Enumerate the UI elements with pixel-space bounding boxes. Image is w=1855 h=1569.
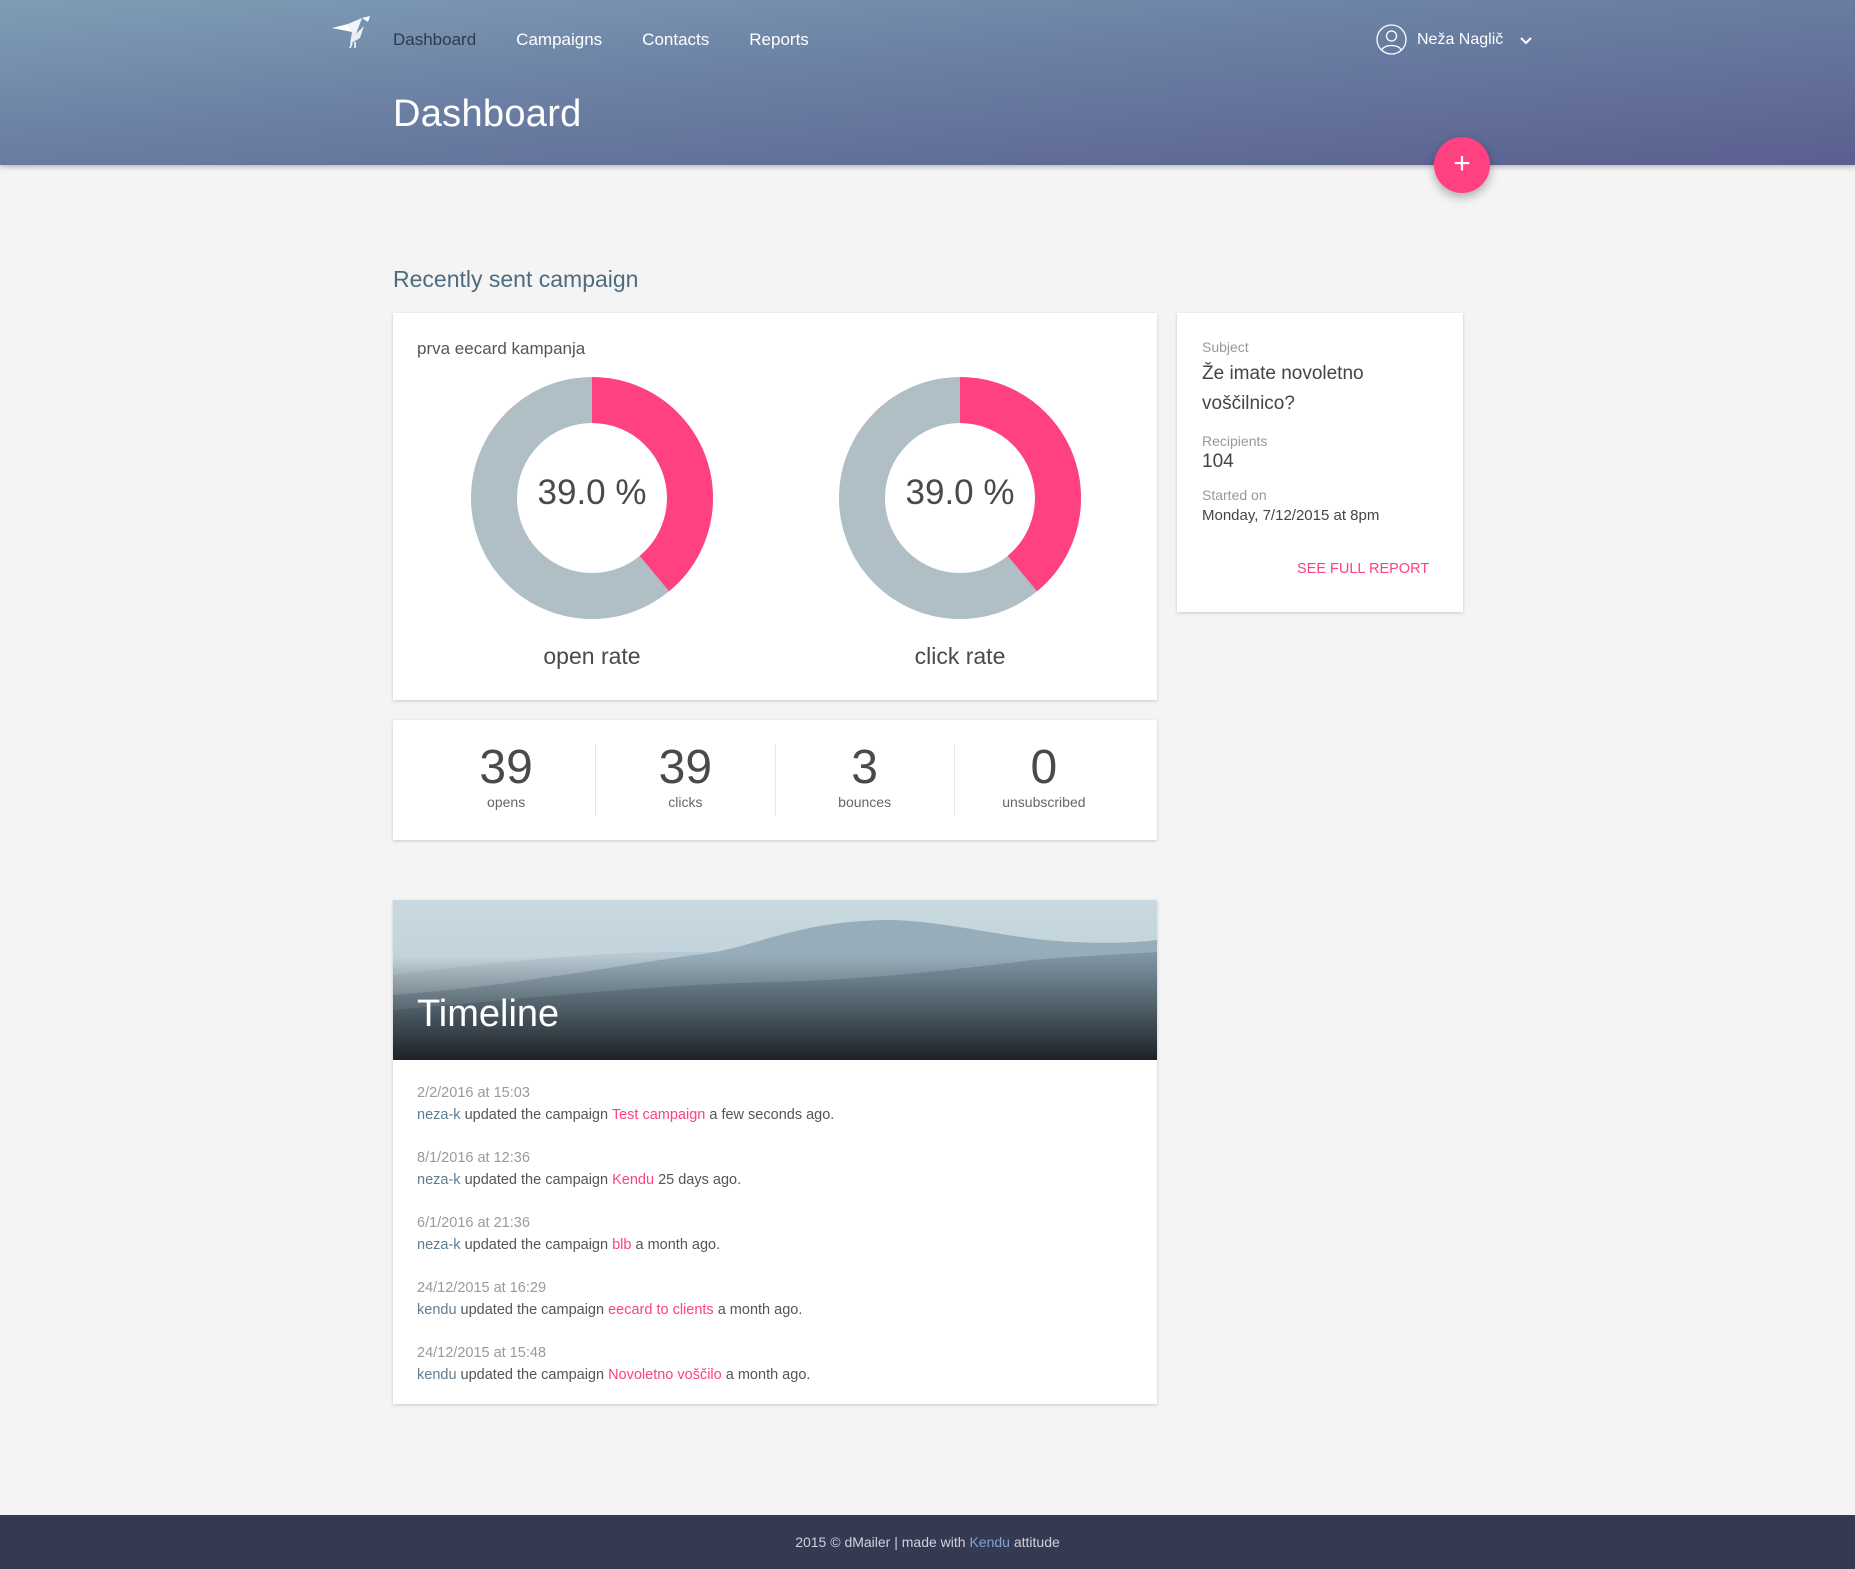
- stat-value: 0: [1030, 741, 1058, 794]
- subject-line-2: voščilnico?: [1202, 393, 1295, 414]
- timeline-card: Timeline 2/2/2016 at 15:03 neza-k update…: [393, 900, 1157, 1404]
- timeline-date: 24/12/2015 at 15:48: [417, 1345, 547, 1361]
- subject-line-1: Že imate novoletno: [1202, 363, 1364, 384]
- add-campaign-button[interactable]: +: [1434, 137, 1490, 193]
- timeline-list: 2/2/2016 at 15:03 neza-k updated the cam…: [417, 1082, 834, 1407]
- open-rate-value: 39.0 %: [537, 473, 647, 512]
- timeline-date: 6/1/2016 at 21:36: [417, 1215, 530, 1231]
- timeline-user-link[interactable]: kendu: [417, 1367, 457, 1383]
- timeline-campaign-link[interactable]: eecard to clients: [608, 1302, 714, 1318]
- timeline-ago: a month ago.: [725, 1367, 811, 1383]
- timeline-item: 8/1/2016 at 12:36 neza-k updated the cam…: [417, 1147, 834, 1191]
- timeline-item: 6/1/2016 at 21:36 neza-k updated the cam…: [417, 1212, 834, 1256]
- recipients-label: Recipients: [1202, 433, 1268, 449]
- nav-campaigns[interactable]: Campaigns: [516, 30, 602, 50]
- timeline-user-link[interactable]: neza-k: [417, 1107, 461, 1123]
- timeline-user-link[interactable]: neza-k: [417, 1237, 461, 1253]
- mountain-landscape-image: [393, 900, 1157, 1060]
- stats-card: 39 opens 39 clicks 3 bounces 0 unsubscri…: [393, 720, 1157, 840]
- footer-prefix: 2015 © dMailer | made with: [795, 1534, 966, 1550]
- stat-unsubscribed: 0 unsubscribed: [955, 741, 1133, 816]
- footer-kendu-link[interactable]: Kendu: [969, 1534, 1009, 1550]
- stat-bounces: 3 bounces: [776, 741, 955, 816]
- timeline-date: 24/12/2015 at 16:29: [417, 1280, 547, 1296]
- see-full-report-link[interactable]: SEE FULL REPORT: [1177, 561, 1463, 577]
- user-name: Neža Naglič: [1417, 30, 1504, 48]
- timeline-action: updated the campaign: [464, 1237, 609, 1253]
- timeline-text: neza-k updated the campaign blb a month …: [417, 1234, 834, 1256]
- nav-reports[interactable]: Reports: [749, 30, 809, 50]
- timeline-ago: 25 days ago.: [658, 1172, 742, 1188]
- chevron-down-icon[interactable]: [1519, 35, 1533, 45]
- timeline-date: 2/2/2016 at 15:03: [417, 1085, 530, 1101]
- bird-logo-icon[interactable]: [330, 14, 374, 50]
- timeline-action: updated the campaign: [460, 1367, 605, 1383]
- timeline-campaign-link[interactable]: Novoletno voščilo: [608, 1367, 722, 1383]
- timeline-hero-image: Timeline: [393, 900, 1157, 1060]
- page-title: Dashboard: [393, 93, 582, 135]
- started-label: Started on: [1202, 487, 1267, 503]
- main-nav: Dashboard Campaigns Contacts Reports: [393, 30, 849, 50]
- stat-label: bounces: [838, 793, 892, 810]
- timeline-text: kendu updated the campaign Novoletno voš…: [417, 1364, 834, 1386]
- timeline-item: 24/12/2015 at 15:48 kendu updated the ca…: [417, 1342, 834, 1386]
- timeline-action: updated the campaign: [464, 1172, 609, 1188]
- rates-card: prva eecard kampanja 39.0 % open rate 39…: [393, 313, 1157, 700]
- timeline-ago: a month ago.: [635, 1237, 721, 1253]
- timeline-ago: a few seconds ago.: [709, 1107, 835, 1123]
- timeline-campaign-link[interactable]: Test campaign: [612, 1107, 706, 1123]
- stat-label: opens: [487, 793, 526, 810]
- footer-suffix: attitude: [1013, 1534, 1060, 1550]
- timeline-action: updated the campaign: [464, 1107, 609, 1123]
- timeline-date: 8/1/2016 at 12:36: [417, 1150, 530, 1166]
- stat-label: unsubscribed: [1002, 793, 1086, 810]
- stat-label: clicks: [668, 793, 703, 810]
- user-menu[interactable]: Neža Naglič: [1376, 24, 1533, 55]
- section-title: Recently sent campaign: [393, 266, 639, 292]
- started-value: Monday, 7/12/2015 at 8pm: [1202, 507, 1380, 524]
- stat-clicks: 39 clicks: [596, 741, 776, 816]
- timeline-action: updated the campaign: [460, 1302, 605, 1318]
- stat-opens: 39 opens: [417, 741, 597, 816]
- nav-contacts[interactable]: Contacts: [642, 30, 709, 50]
- campaign-name: prva eecard kampanja: [417, 339, 586, 358]
- timeline-item: 24/12/2015 at 16:29 kendu updated the ca…: [417, 1277, 834, 1321]
- timeline-text: neza-k updated the campaign Test campaig…: [417, 1104, 834, 1126]
- stat-value: 39: [479, 741, 533, 794]
- click-rate-label: click rate: [914, 643, 1006, 669]
- subject-label: Subject: [1202, 339, 1249, 355]
- timeline-campaign-link[interactable]: blb: [612, 1237, 631, 1253]
- nav-dashboard[interactable]: Dashboard: [393, 30, 476, 50]
- campaign-info-card: Subject Že imate novoletno voščilnico? R…: [1177, 313, 1463, 612]
- timeline-item: 2/2/2016 at 15:03 neza-k updated the cam…: [417, 1082, 834, 1126]
- page-footer: 2015 © dMailer | made with Kendu attitud…: [0, 1515, 1855, 1569]
- timeline-text: neza-k updated the campaign Kendu 25 day…: [417, 1169, 834, 1191]
- timeline-user-link[interactable]: neza-k: [417, 1172, 461, 1188]
- timeline-text: kendu updated the campaign eecard to cli…: [417, 1299, 834, 1321]
- timeline-ago: a month ago.: [717, 1302, 803, 1318]
- open-rate-label: open rate: [543, 643, 641, 669]
- timeline-user-link[interactable]: kendu: [417, 1302, 457, 1318]
- app-header: Dashboard Campaigns Contacts Reports Než…: [0, 0, 1855, 165]
- timeline-title: Timeline: [417, 993, 560, 1035]
- stat-value: 3: [851, 741, 878, 794]
- timeline-campaign-link[interactable]: Kendu: [612, 1172, 654, 1188]
- recipients-value: 104: [1202, 451, 1234, 472]
- user-avatar-icon: [1376, 24, 1407, 55]
- stat-value: 39: [658, 741, 713, 794]
- click-rate-value: 39.0 %: [905, 473, 1015, 512]
